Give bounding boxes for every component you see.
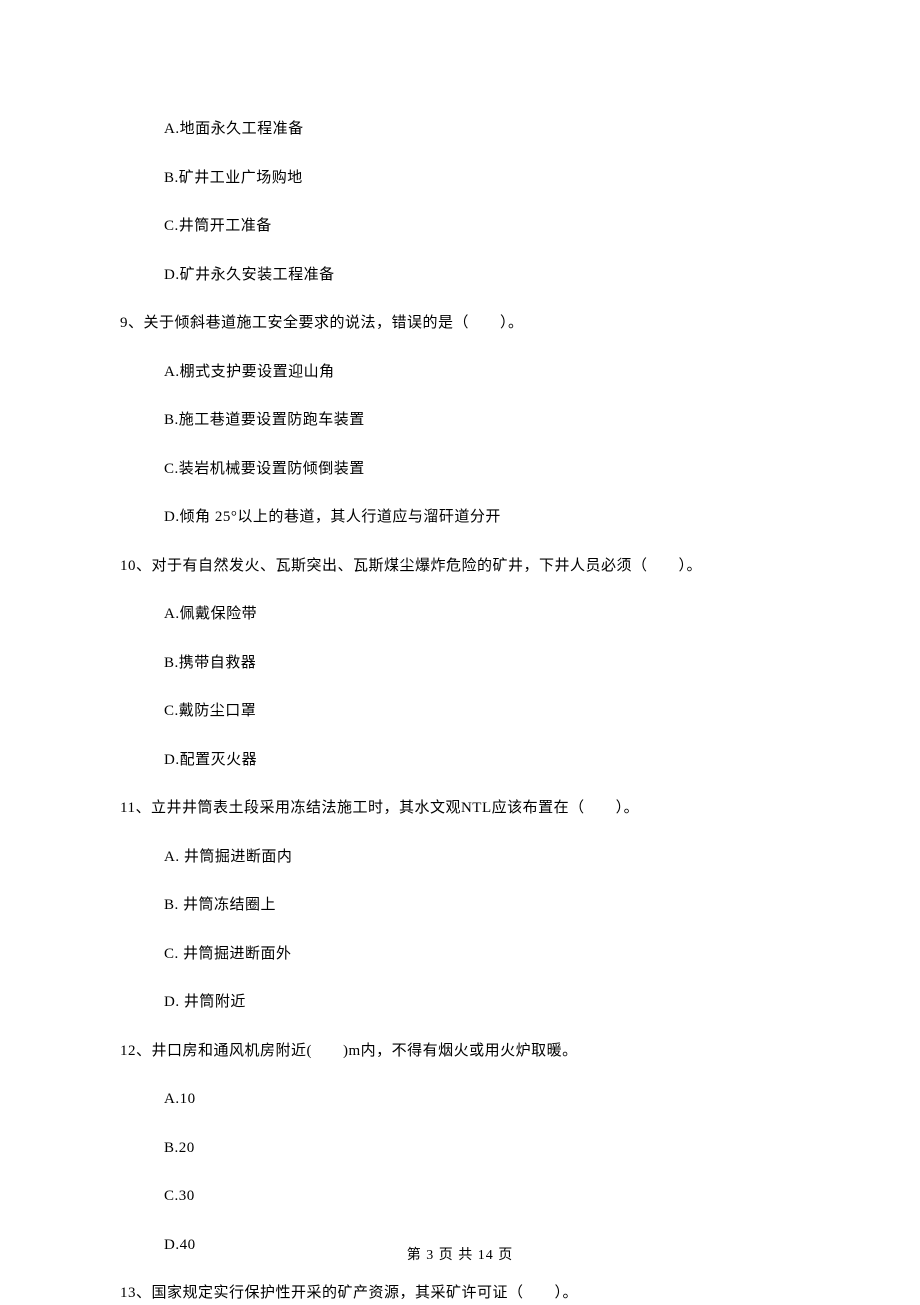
q12-option-a: A.10 [164, 1088, 800, 1111]
q12-option-b: B.20 [164, 1137, 800, 1160]
q10-option-d: D.配置灭火器 [164, 749, 800, 772]
q8-option-d: D.矿井永久安装工程准备 [164, 264, 800, 287]
q11-stem: 11、立井井筒表土段采用冻结法施工时，其水文观NTL应该布置在（ ）。 [120, 797, 800, 820]
q13-stem: 13、国家规定实行保护性开采的矿产资源，其采矿许可证（ ）。 [120, 1282, 800, 1305]
q8-option-c: C.井筒开工准备 [164, 215, 800, 238]
q12-stem: 12、井口房和通风机房附近( )m内，不得有烟火或用火炉取暖。 [120, 1040, 800, 1063]
q10-stem: 10、对于有自然发火、瓦斯突出、瓦斯煤尘爆炸危险的矿井，下井人员必须（ ）。 [120, 555, 800, 578]
q8-option-b: B.矿井工业广场购地 [164, 167, 800, 190]
page-footer: 第 3 页 共 14 页 [0, 1245, 920, 1266]
q12-option-c: C.30 [164, 1185, 800, 1208]
q10-option-c: C.戴防尘口罩 [164, 700, 800, 723]
q9-stem: 9、关于倾斜巷道施工安全要求的说法，错误的是（ ）。 [120, 312, 800, 335]
q10-option-b: B.携带自救器 [164, 652, 800, 675]
q9-option-b: B.施工巷道要设置防跑车装置 [164, 409, 800, 432]
q11-option-c: C. 井筒掘进断面外 [164, 943, 800, 966]
q9-option-a: A.棚式支护要设置迎山角 [164, 361, 800, 384]
q11-option-a: A. 井筒掘进断面内 [164, 846, 800, 869]
page-body: A.地面永久工程准备 B.矿井工业广场购地 C.井筒开工准备 D.矿井永久安装工… [0, 0, 920, 1305]
q9-option-c: C.装岩机械要设置防倾倒装置 [164, 458, 800, 481]
q8-option-a: A.地面永久工程准备 [164, 118, 800, 141]
q11-option-d: D. 井筒附近 [164, 991, 800, 1014]
q11-option-b: B. 井筒冻结圈上 [164, 894, 800, 917]
q9-option-d: D.倾角 25°以上的巷道，其人行道应与溜矸道分开 [164, 506, 800, 529]
q10-option-a: A.佩戴保险带 [164, 603, 800, 626]
